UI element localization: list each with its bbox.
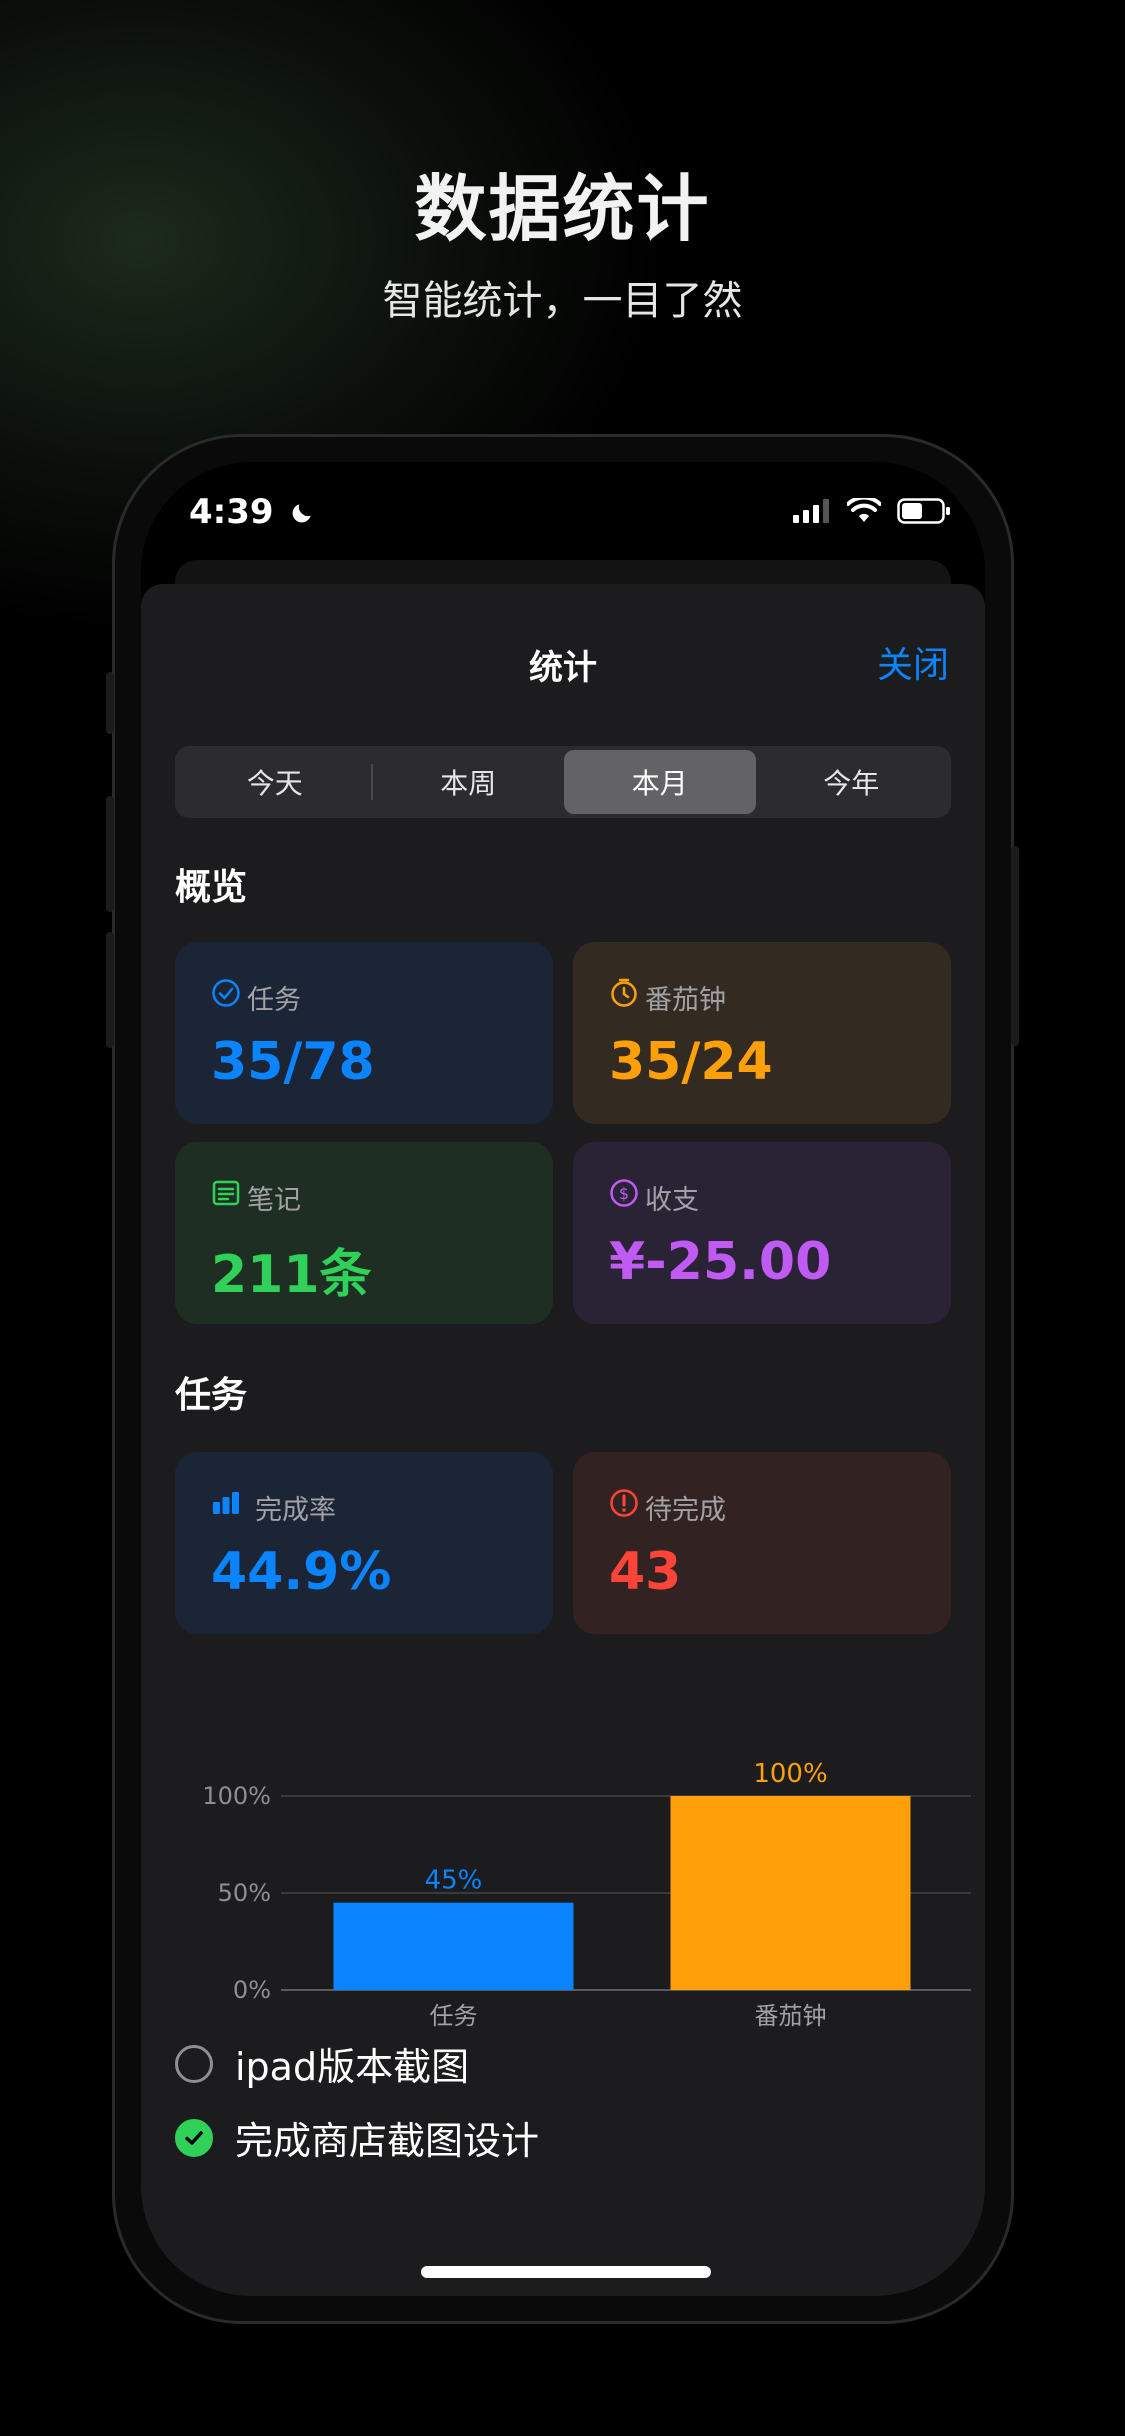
overview-title: 概览 [175,867,248,908]
task-card-value: 35/78 [211,1032,375,1092]
pomodoro-card[interactable]: 番茄钟 35/24 [573,942,951,1124]
phone-screen: 4:39 统计 关闭 今天 本周 本月 今年 概览 任务 35/78 番茄钟 3… [141,462,985,2296]
chart-bar [670,1796,911,1990]
task-card-label: 任务 [247,985,301,1016]
svg-text:$: $ [619,1184,629,1203]
chart-y-tick-label: 100% [202,1782,271,1810]
segment-today[interactable]: 今天 [179,750,371,814]
segment-week[interactable]: 本周 [373,750,565,814]
nav-title: 统计 [529,648,597,688]
pomodoro-card-label: 番茄钟 [645,985,726,1016]
todo-text: ipad版本截图 [235,2045,470,2089]
chart-data-label: 45% [425,1866,483,1896]
alert-circle-icon [610,1489,638,1517]
screenshot-stage: 数据统计 智能统计，一目了然 4:39 统计 关闭 今天 本周 本月 今年 概览… [0,0,1125,2436]
checkmark-icon [185,2130,203,2145]
status-bar: 4:39 [141,462,985,572]
moon-icon [293,504,312,523]
phone-volume-up [106,796,114,912]
completion-rate-value: 44.9% [211,1542,392,1602]
chart-bar [333,1902,574,1990]
notes-card-label: 笔记 [247,1185,301,1216]
home-indicator [421,2266,711,2278]
hero-title: 数据统计 [414,167,711,251]
todo-item[interactable]: ipad版本截图 [175,2036,469,2091]
hero-subtitle: 智能统计，一目了然 [382,278,743,324]
close-button[interactable]: 关闭 [877,636,949,688]
chart-x-tick-label: 任务 [430,2002,478,2030]
chart-y-tick-label: 50% [218,1879,271,1907]
todo-checkbox[interactable] [175,2044,213,2083]
tasks-section-title: 任务 [175,1375,248,1416]
chart-data-label: 100% [753,1759,827,1789]
todo-item[interactable]: 完成商店截图设计 [175,2110,539,2165]
status-time-text: 4:39 [189,492,274,532]
wifi-icon [847,498,881,522]
completion-rate-card[interactable]: 完成率 44.9% [175,1452,553,1634]
cellular-signal-icon [793,499,829,523]
note-icon [212,1180,240,1206]
chart-y-tick-label: 0% [233,1976,271,2004]
battery-icon [897,498,950,524]
notes-card-value: 211条 [211,1245,372,1305]
bar-chart-icon [213,1492,239,1514]
notes-card[interactable]: 笔记 211条 [175,1142,553,1324]
todo-checkbox-checked[interactable] [175,2118,213,2157]
finance-card-value: ¥-25.00 [609,1232,832,1292]
stats-sheet: 统计 关闭 今天 本周 本月 今年 概览 任务 35/78 番茄钟 35/24 … [141,584,985,2296]
task-card[interactable]: 任务 35/78 [175,942,553,1124]
pomodoro-card-value: 35/24 [609,1032,773,1092]
chart-x-tick-label: 番茄钟 [755,2002,827,2030]
timer-icon [611,978,637,1007]
completion-bar-chart: 100% 50% 0% 45% 任务 100% 番茄钟 [202,1759,971,2030]
phone-side-button [106,672,114,734]
phone-volume-down [106,932,114,1048]
segment-year[interactable]: 今年 [756,750,948,814]
todo-text: 完成商店截图设计 [235,2119,540,2163]
finance-card-label: 收支 [645,1185,699,1216]
status-time: 4:39 [189,492,315,532]
completion-rate-label: 完成率 [255,1495,336,1526]
pending-value: 43 [609,1542,682,1602]
pending-label: 待完成 [645,1495,726,1526]
finance-card[interactable]: $ 收支 ¥-25.00 [573,1142,951,1324]
check-circle-icon [212,979,240,1007]
dollar-circle-icon: $ [610,1179,638,1207]
period-segmented-control: 今天 本周 本月 今年 [175,746,951,818]
phone-power-button [1011,846,1019,1046]
pending-card[interactable]: 待完成 43 [573,1452,951,1634]
segment-month[interactable]: 本月 [564,750,756,814]
